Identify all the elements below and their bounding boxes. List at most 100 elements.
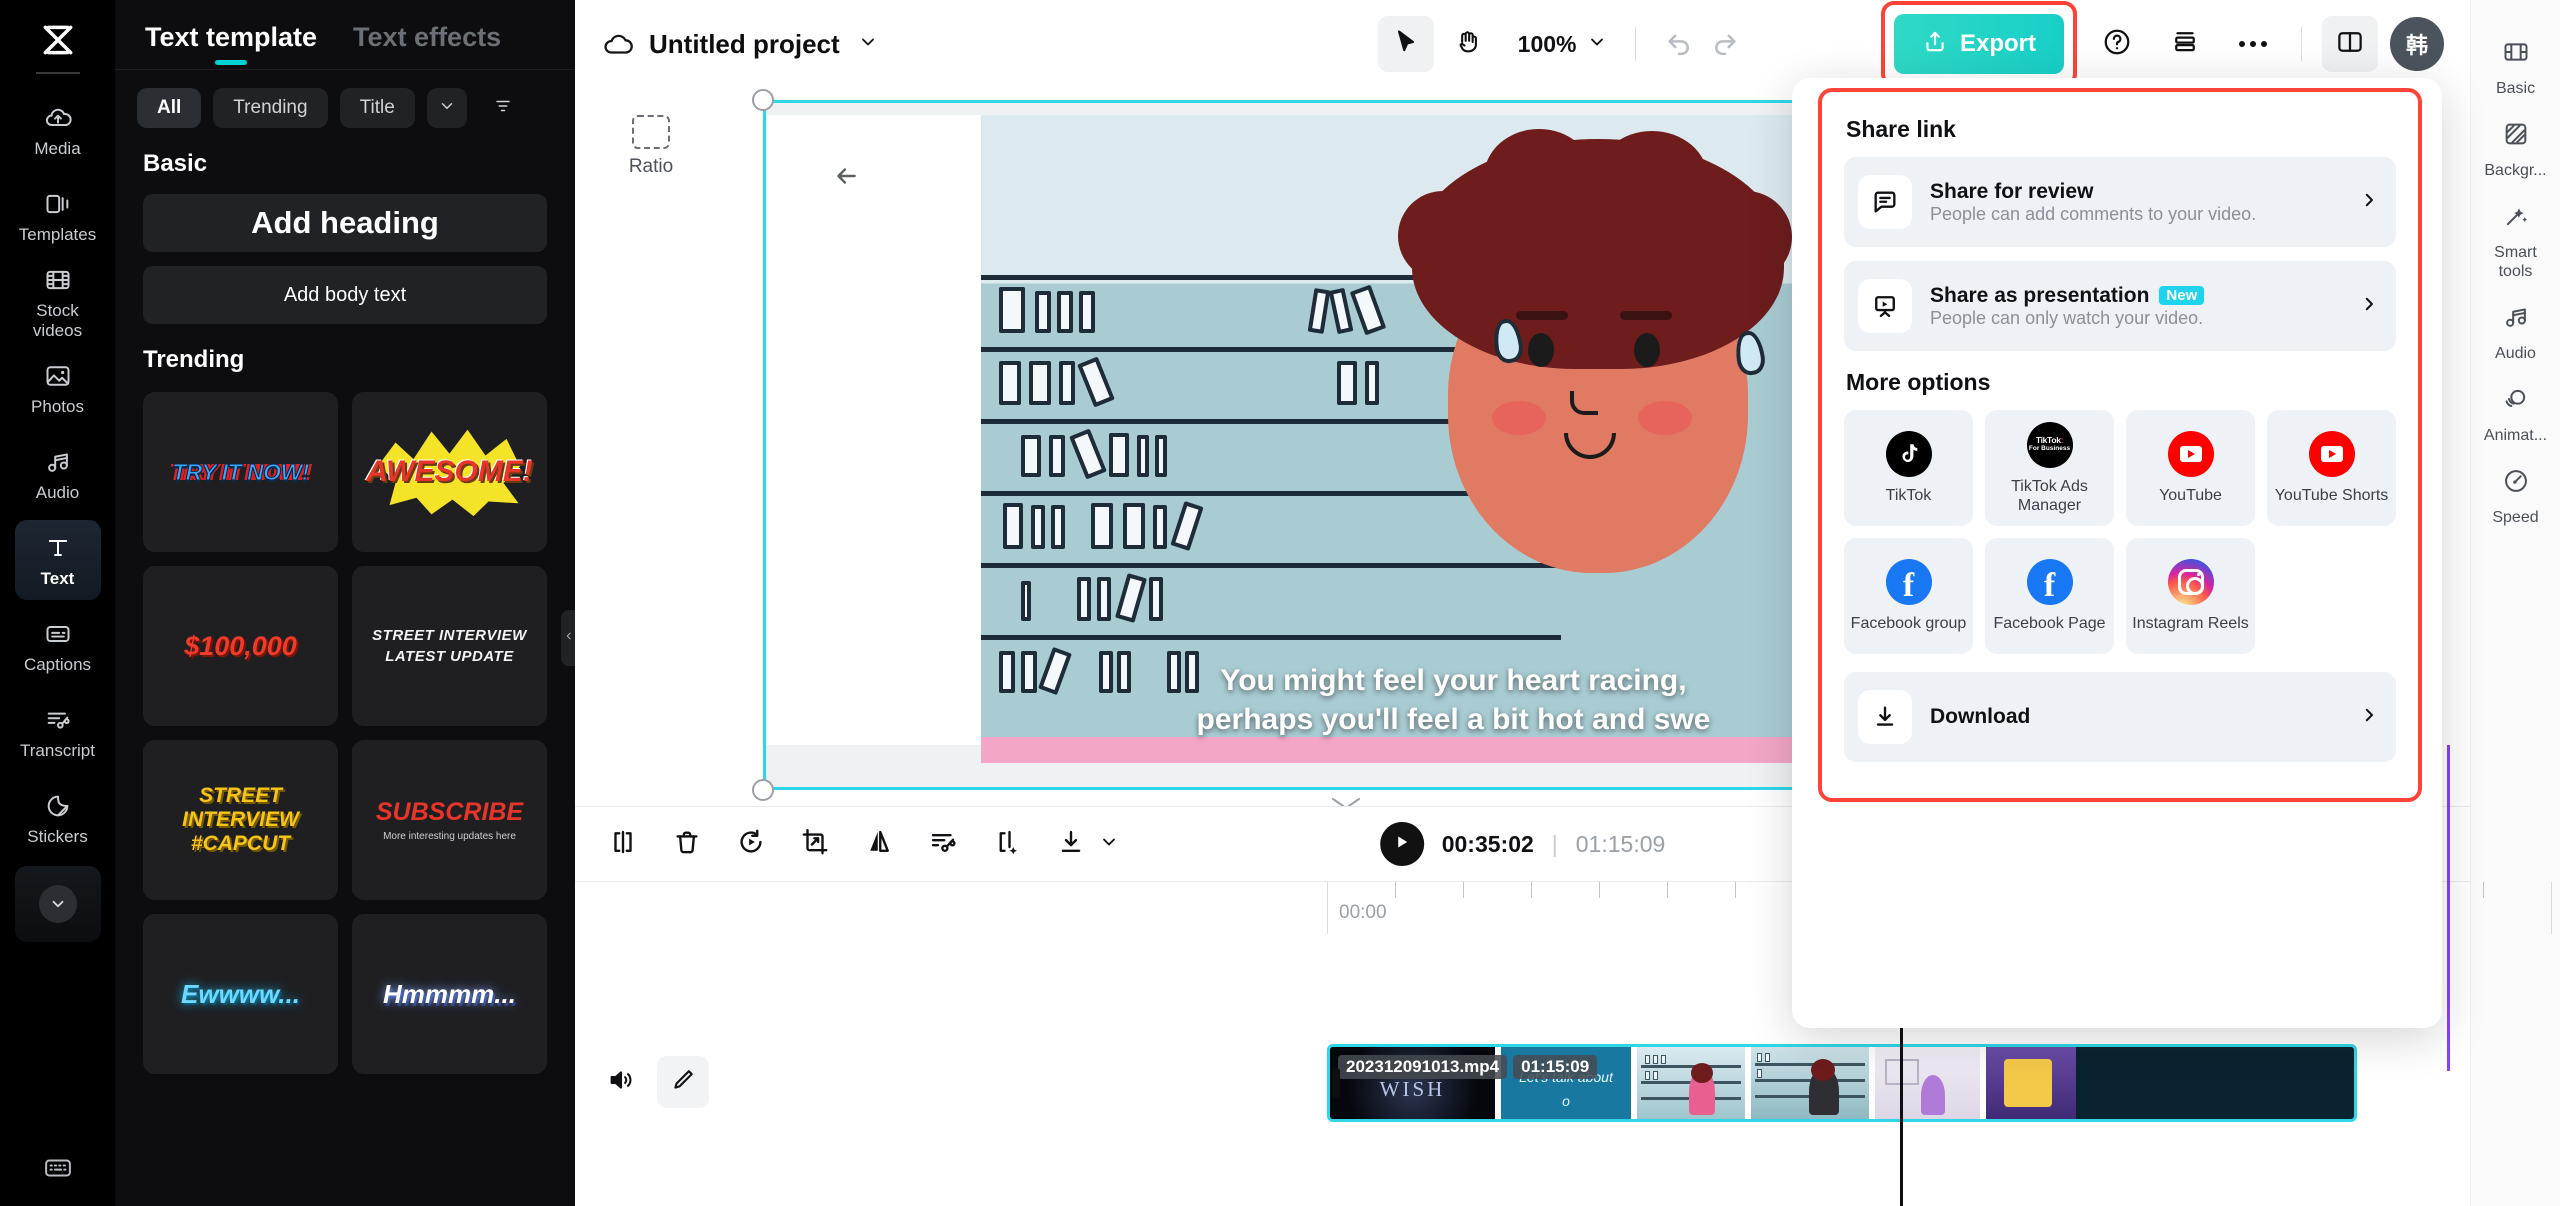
avatar[interactable]: 韩 bbox=[2390, 17, 2444, 71]
download-clip-button[interactable] bbox=[1043, 816, 1099, 872]
canvas-collapse-handle[interactable] bbox=[1329, 793, 1363, 806]
template-card[interactable]: Hmmmm... bbox=[352, 914, 547, 1074]
tab-text-template[interactable]: Text template bbox=[145, 22, 317, 69]
template-card[interactable]: Ewwww... bbox=[143, 914, 338, 1074]
select-arrow-tool[interactable] bbox=[1377, 16, 1434, 72]
video-track-clips[interactable]: WISH Let's talk about o bbox=[1327, 1044, 2357, 1122]
auto-cut-button[interactable] bbox=[979, 816, 1035, 872]
crop-button[interactable] bbox=[787, 816, 843, 872]
rrail-item-smart-tools[interactable]: Smart tools bbox=[2476, 190, 2556, 291]
sidebar-item-stickers[interactable]: Stickers bbox=[15, 778, 101, 858]
mirror-flip-button[interactable] bbox=[851, 816, 907, 872]
template-label: Ewwww... bbox=[181, 978, 300, 1009]
help-button[interactable] bbox=[2089, 16, 2145, 72]
hand-pan-tool[interactable] bbox=[1440, 16, 1496, 72]
panel-collapse-button[interactable] bbox=[561, 610, 575, 666]
tiktok-ads-manager-icon: TikTok: For Business bbox=[2026, 421, 2073, 468]
template-card[interactable]: STREET INTERVIEW #CAPCUT bbox=[143, 740, 338, 900]
remove-clip-icon bbox=[928, 827, 958, 862]
rrail-item-animation[interactable]: Animat... bbox=[2476, 373, 2556, 455]
delete-button[interactable] bbox=[659, 816, 715, 872]
add-body-text-button[interactable]: Add body text bbox=[143, 266, 547, 324]
capcut-logo-icon[interactable] bbox=[32, 18, 84, 62]
sidebar-item-audio[interactable]: Audio bbox=[15, 434, 101, 514]
play-button[interactable] bbox=[1379, 822, 1424, 866]
share-for-review-row[interactable]: Share for review People can add comments… bbox=[1844, 157, 2396, 247]
clip-trim-handle-left[interactable] bbox=[1332, 1068, 1340, 1098]
align-button[interactable] bbox=[2157, 16, 2213, 72]
track-controls bbox=[595, 1056, 709, 1108]
rrail-item-label: Basic bbox=[2495, 80, 2536, 97]
sidebar-item-photos[interactable]: Photos bbox=[15, 348, 101, 428]
project-menu-button[interactable] bbox=[858, 32, 878, 57]
sidebar-more-button[interactable] bbox=[14, 866, 101, 942]
chip-all[interactable]: All bbox=[137, 88, 202, 128]
share-popup: Share link Share for review People can a… bbox=[1818, 88, 2422, 802]
keyboard-shortcuts-button[interactable] bbox=[0, 1153, 115, 1188]
template-card[interactable]: STREET INTERVIEW LATEST UPDATE bbox=[352, 566, 547, 726]
clip-library-2[interactable] bbox=[1751, 1047, 1869, 1119]
more-options-button[interactable] bbox=[2225, 16, 2281, 72]
sidebar-item-captions[interactable]: Captions bbox=[15, 606, 101, 686]
share-instagram-reels[interactable]: Instagram Reels bbox=[2126, 538, 2255, 654]
filter-button[interactable] bbox=[483, 88, 523, 128]
sidebar-item-label: Transcript bbox=[20, 741, 95, 760]
share-tiktok[interactable]: TikTok bbox=[1844, 410, 1973, 526]
add-heading-button[interactable]: Add heading bbox=[143, 194, 547, 252]
template-label: SUBSCRIBE bbox=[375, 798, 524, 826]
rotate-play-button[interactable] bbox=[723, 816, 779, 872]
share-facebook-page[interactable]: f Facebook Page bbox=[1985, 538, 2114, 654]
clip-library-1[interactable] bbox=[1637, 1047, 1745, 1119]
sidebar-item-transcript[interactable]: Transcript bbox=[15, 692, 101, 772]
facebook-icon: f bbox=[2026, 559, 2073, 605]
chip-trending[interactable]: Trending bbox=[213, 88, 328, 128]
split-panel-button[interactable] bbox=[2322, 16, 2378, 72]
sidebar-item-text[interactable]: Text bbox=[14, 520, 101, 600]
redo-icon[interactable] bbox=[1710, 27, 1740, 62]
film-icon bbox=[44, 263, 72, 297]
share-as-presentation-row[interactable]: Share as presentation New People can onl… bbox=[1844, 261, 2396, 351]
presentation-play-icon bbox=[1858, 279, 1912, 333]
chip-title[interactable]: Title bbox=[339, 88, 415, 128]
zoom-level-selector[interactable]: 100% bbox=[1518, 31, 1607, 58]
clip-purple[interactable] bbox=[1986, 1047, 2076, 1119]
animation-icon bbox=[2502, 385, 2530, 418]
rrail-item-audio[interactable]: Audio bbox=[2476, 291, 2556, 373]
track-volume-button[interactable] bbox=[595, 1056, 647, 1108]
sidebar-item-templates[interactable]: Templates bbox=[15, 176, 101, 256]
resize-handle-top-left[interactable] bbox=[752, 89, 774, 111]
timeline-tools-caret[interactable] bbox=[1099, 832, 1119, 857]
chip-expand-button[interactable] bbox=[426, 88, 467, 128]
download-label: Download bbox=[1930, 705, 2031, 728]
tab-text-effects[interactable]: Text effects bbox=[353, 22, 501, 69]
template-card[interactable]: SUBSCRIBE More interesting updates here bbox=[352, 740, 547, 900]
remove-clip-button[interactable] bbox=[915, 816, 971, 872]
share-facebook-group[interactable]: f Facebook group bbox=[1844, 538, 1973, 654]
track-edit-button[interactable] bbox=[657, 1056, 709, 1108]
download-row[interactable]: Download bbox=[1844, 672, 2396, 762]
chevron-down-icon bbox=[38, 885, 77, 923]
export-button[interactable]: Export bbox=[1893, 14, 2064, 74]
rrail-item-speed[interactable]: Speed bbox=[2476, 455, 2556, 537]
resize-handle-bottom-left[interactable] bbox=[752, 779, 774, 801]
rrail-item-label: Speed bbox=[2492, 509, 2539, 526]
rrail-item-background[interactable]: Backgr... bbox=[2476, 108, 2556, 190]
split-button[interactable] bbox=[595, 816, 651, 872]
template-card[interactable]: $100,000 bbox=[143, 566, 338, 726]
sidebar-item-media[interactable]: Media bbox=[15, 90, 101, 170]
rotate-play-icon bbox=[736, 827, 766, 862]
undo-icon[interactable] bbox=[1664, 27, 1694, 62]
video-canvas[interactable]: You might feel your heart racing, perhap… bbox=[752, 89, 1929, 806]
rrail-item-label: Audio bbox=[2495, 345, 2536, 362]
template-card[interactable]: TRY IT NOW! bbox=[143, 392, 338, 552]
rrail-item-basic[interactable]: Basic bbox=[2476, 26, 2556, 108]
clip-white[interactable] bbox=[1875, 1047, 1980, 1119]
ratio-button[interactable]: Ratio bbox=[605, 108, 697, 184]
template-card[interactable]: AWESOME! bbox=[352, 392, 547, 552]
share-youtube-shorts[interactable]: YouTube Shorts bbox=[2267, 410, 2396, 526]
share-tiktok-ads-manager[interactable]: TikTok: For Business TikTok Ads Manager bbox=[1985, 410, 2114, 526]
chevron-down-icon bbox=[858, 38, 878, 56]
sidebar-item-stock-videos[interactable]: Stock videos bbox=[15, 262, 101, 342]
toolbar-divider bbox=[2301, 27, 2302, 61]
share-youtube[interactable]: YouTube bbox=[2126, 410, 2255, 526]
